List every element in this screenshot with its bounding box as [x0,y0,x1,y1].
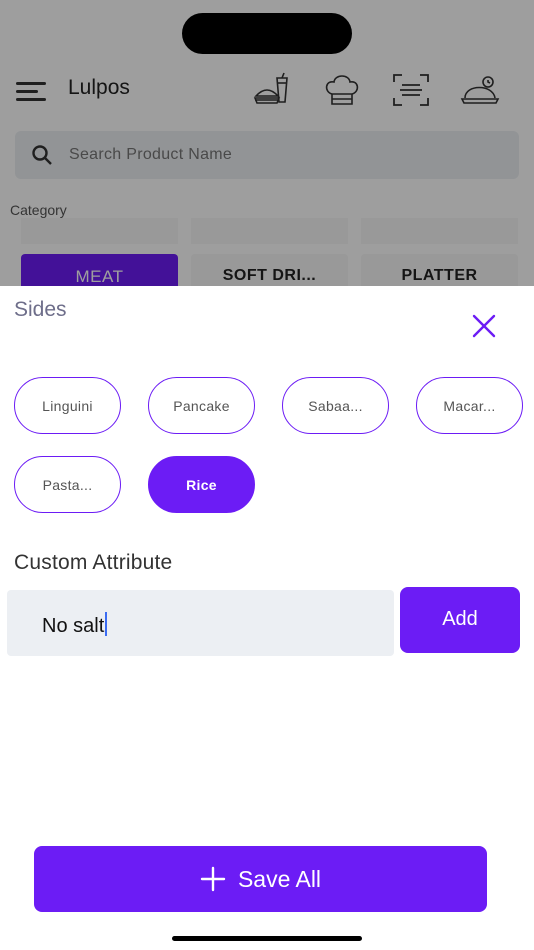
close-button[interactable] [470,312,498,340]
add-button[interactable]: Add [400,587,520,653]
side-option-rice[interactable]: Rice [148,456,255,513]
side-option-sabaa[interactable]: Sabaa... [282,377,389,434]
plus-icon [200,866,226,892]
text-cursor [105,612,108,636]
close-icon [472,314,496,338]
sheet-title: Sides [14,298,67,321]
side-option-pancake[interactable]: Pancake [148,377,255,434]
sides-bottom-sheet: Sides Linguini Pancake Sabaa... Macar...… [0,286,534,950]
background-app: Lulpos Search Product Name Category MEAT… [0,0,534,286]
save-all-button[interactable]: Save All [34,846,487,912]
custom-attribute-input[interactable]: No salt [7,590,394,656]
side-option-pasta[interactable]: Pasta... [14,456,121,513]
home-indicator [172,936,362,941]
custom-attribute-value: No salt [42,615,105,637]
custom-attribute-label: Custom Attribute [14,551,173,574]
device-notch [182,13,352,54]
save-all-label: Save All [237,865,322,892]
side-option-macar[interactable]: Macar... [416,377,523,434]
side-option-linguini[interactable]: Linguini [14,377,121,434]
